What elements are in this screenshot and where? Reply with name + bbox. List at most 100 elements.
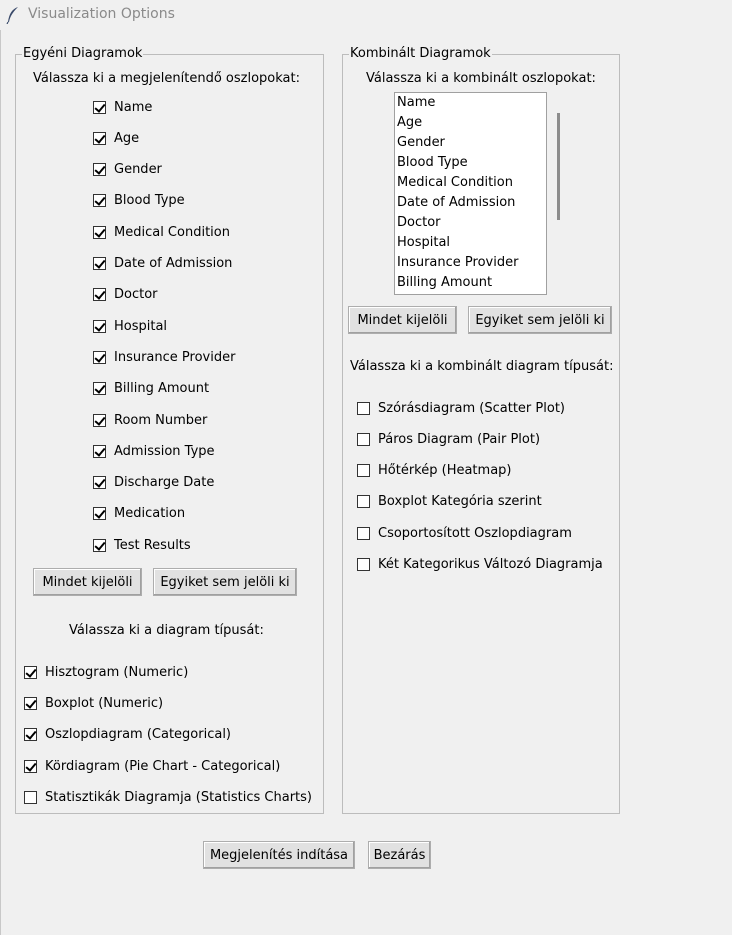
- checkbox[interactable]: [93, 444, 106, 458]
- checkbox-label: Admission Type: [114, 443, 215, 459]
- listbox-item[interactable]: Billing Amount: [395, 273, 546, 293]
- column-checkbox[interactable]: Hospital: [93, 316, 167, 336]
- column-checkbox[interactable]: Medical Condition: [93, 222, 230, 242]
- individual-select-all-button[interactable]: Mindet kijelöli: [33, 568, 142, 596]
- checkbox-label: Szórásdiagram (Scatter Plot): [378, 400, 565, 416]
- checkbox-label: Csoportosított Oszlopdiagram: [378, 525, 572, 541]
- checkbox-label: Hospital: [114, 318, 168, 334]
- checkbox[interactable]: [24, 791, 37, 805]
- checkbox-label: Billing Amount: [114, 381, 210, 397]
- combined-group-title: Kombinált Diagramok: [349, 46, 492, 61]
- checkbox[interactable]: [24, 696, 37, 710]
- listbox-item[interactable]: Medical Condition: [395, 173, 546, 193]
- column-checkbox[interactable]: Date of Admission: [93, 254, 232, 274]
- checkbox[interactable]: [93, 194, 106, 208]
- combined-chart-type-checkbox[interactable]: Hőtérkép (Heatmap): [357, 461, 511, 481]
- close-button[interactable]: Bezárás: [368, 841, 431, 869]
- chart-type-checkbox[interactable]: Kördiagram (Pie Chart - Categorical): [24, 756, 280, 776]
- individual-select-none-button[interactable]: Egyiket sem jelöli ki: [153, 568, 297, 596]
- checkbox[interactable]: [24, 728, 37, 742]
- checkbox-label: Két Kategorikus Változó Diagramja: [378, 557, 603, 572]
- column-checkbox[interactable]: Insurance Provider: [93, 347, 235, 367]
- checkbox-label: Gender: [114, 162, 162, 178]
- checkbox-label: Medication: [114, 506, 186, 522]
- combined-columns-listbox[interactable]: Name Age Gender Blood Type Medical Condition…: [394, 92, 547, 295]
- checkbox-label: Doctor: [114, 287, 158, 303]
- checkbox[interactable]: [93, 100, 106, 114]
- checkbox[interactable]: [93, 413, 106, 427]
- listbox-item[interactable]: Date of Admission: [395, 193, 546, 213]
- column-checkbox[interactable]: Age: [93, 128, 139, 148]
- column-checkbox[interactable]: Test Results: [93, 535, 191, 555]
- combined-chart-type-checkbox[interactable]: Két Kategorikus Változó Diagramja: [357, 555, 603, 575]
- combined-chart-type-checkbox[interactable]: Csoportosított Oszlopdiagram: [357, 523, 572, 543]
- checkbox-label: Kördiagram (Pie Chart - Categorical): [45, 758, 281, 774]
- checkbox-label: Statisztikák Diagramja (Statistics Chart…: [45, 790, 312, 806]
- column-checkbox[interactable]: Discharge Date: [93, 473, 214, 493]
- checkbox[interactable]: [357, 464, 370, 478]
- checkbox[interactable]: [93, 163, 106, 177]
- column-checkbox[interactable]: Gender: [93, 160, 162, 180]
- checkbox[interactable]: [93, 382, 106, 396]
- column-checkbox[interactable]: Billing Amount: [93, 379, 209, 399]
- checkbox-label: Date of Admission: [114, 256, 233, 271]
- column-checkbox[interactable]: Room Number: [93, 410, 207, 430]
- combined-select-none-button[interactable]: Egyiket sem jelöli ki: [468, 306, 612, 334]
- listbox-scrollbar[interactable]: [557, 113, 560, 220]
- listbox-item[interactable]: Insurance Provider: [395, 253, 546, 273]
- feather-icon: [6, 7, 18, 24]
- checkbox-label: Hőtérkép (Heatmap): [378, 463, 512, 479]
- window-title: Visualization Options: [28, 6, 175, 22]
- combined-chart-type-checkbox[interactable]: Boxplot Kategória szerint: [357, 492, 542, 512]
- combined-select-all-button[interactable]: Mindet kijelöli: [348, 306, 457, 334]
- checkbox[interactable]: [357, 526, 370, 540]
- checkbox[interactable]: [357, 401, 370, 415]
- checkbox[interactable]: [93, 350, 106, 364]
- checkbox[interactable]: [357, 495, 370, 509]
- start-visualization-button[interactable]: Megjelenítés indítása: [203, 841, 355, 869]
- column-checkbox[interactable]: Medication: [93, 504, 185, 524]
- checkbox[interactable]: [24, 665, 37, 679]
- column-checkbox[interactable]: Blood Type: [93, 191, 185, 211]
- checkbox[interactable]: [93, 257, 106, 270]
- checkbox[interactable]: [93, 476, 106, 490]
- checkbox[interactable]: [93, 507, 106, 521]
- chart-type-checkbox[interactable]: Boxplot (Numeric): [24, 693, 163, 713]
- combined-chart-type-checkbox[interactable]: Páros Diagram (Pair Plot): [357, 429, 540, 449]
- checkbox-label: Room Number: [114, 412, 208, 428]
- listbox-item[interactable]: Hospital: [395, 233, 546, 253]
- checkbox-label: Boxplot Kategória szerint: [378, 494, 542, 510]
- listbox-item[interactable]: Name: [395, 93, 546, 113]
- checkbox[interactable]: [357, 432, 370, 446]
- checkbox-label: Hisztogram (Numeric): [45, 664, 189, 680]
- checkbox[interactable]: [93, 225, 106, 239]
- checkbox-label: Age: [114, 130, 140, 146]
- listbox-item[interactable]: Age: [395, 113, 546, 133]
- chart-type-checkbox[interactable]: Oszlopdiagram (Categorical): [24, 725, 231, 745]
- chart-type-checkbox[interactable]: Hisztogram (Numeric): [24, 662, 188, 682]
- column-checkbox[interactable]: Doctor: [93, 285, 158, 305]
- checkbox[interactable]: [357, 558, 370, 571]
- checkbox-label: Discharge Date: [114, 475, 215, 491]
- checkbox-label: Test Results: [114, 537, 191, 553]
- combined-chart-type-checkbox[interactable]: Szórásdiagram (Scatter Plot): [357, 398, 565, 418]
- listbox-item[interactable]: Gender: [395, 133, 546, 153]
- individual-columns-prompt: Válassza ki a megjelenítendő oszlopokat:: [33, 71, 300, 86]
- combined-columns-prompt: Válassza ki a kombinált oszlopokat:: [366, 71, 596, 86]
- column-checkbox[interactable]: Name: [93, 97, 152, 117]
- listbox-item[interactable]: Blood Type: [395, 153, 546, 173]
- checkbox-label: Blood Type: [114, 193, 185, 209]
- chart-type-checkbox[interactable]: Statisztikák Diagramja (Statistics Chart…: [24, 788, 312, 808]
- column-checkbox[interactable]: Admission Type: [93, 441, 215, 461]
- checkbox[interactable]: [93, 288, 106, 302]
- checkbox-label: Name: [114, 99, 153, 115]
- individual-group-title: Egyéni Diagramok: [22, 46, 144, 61]
- checkbox[interactable]: [93, 131, 106, 145]
- checkbox-label: Oszlopdiagram (Categorical): [45, 727, 232, 743]
- checkbox[interactable]: [24, 759, 37, 773]
- listbox-item[interactable]: Doctor: [395, 213, 546, 233]
- checkbox[interactable]: [93, 538, 106, 552]
- window-border: [0, 30, 1, 935]
- checkbox[interactable]: [93, 319, 106, 333]
- checkbox-label: Insurance Provider: [114, 349, 236, 365]
